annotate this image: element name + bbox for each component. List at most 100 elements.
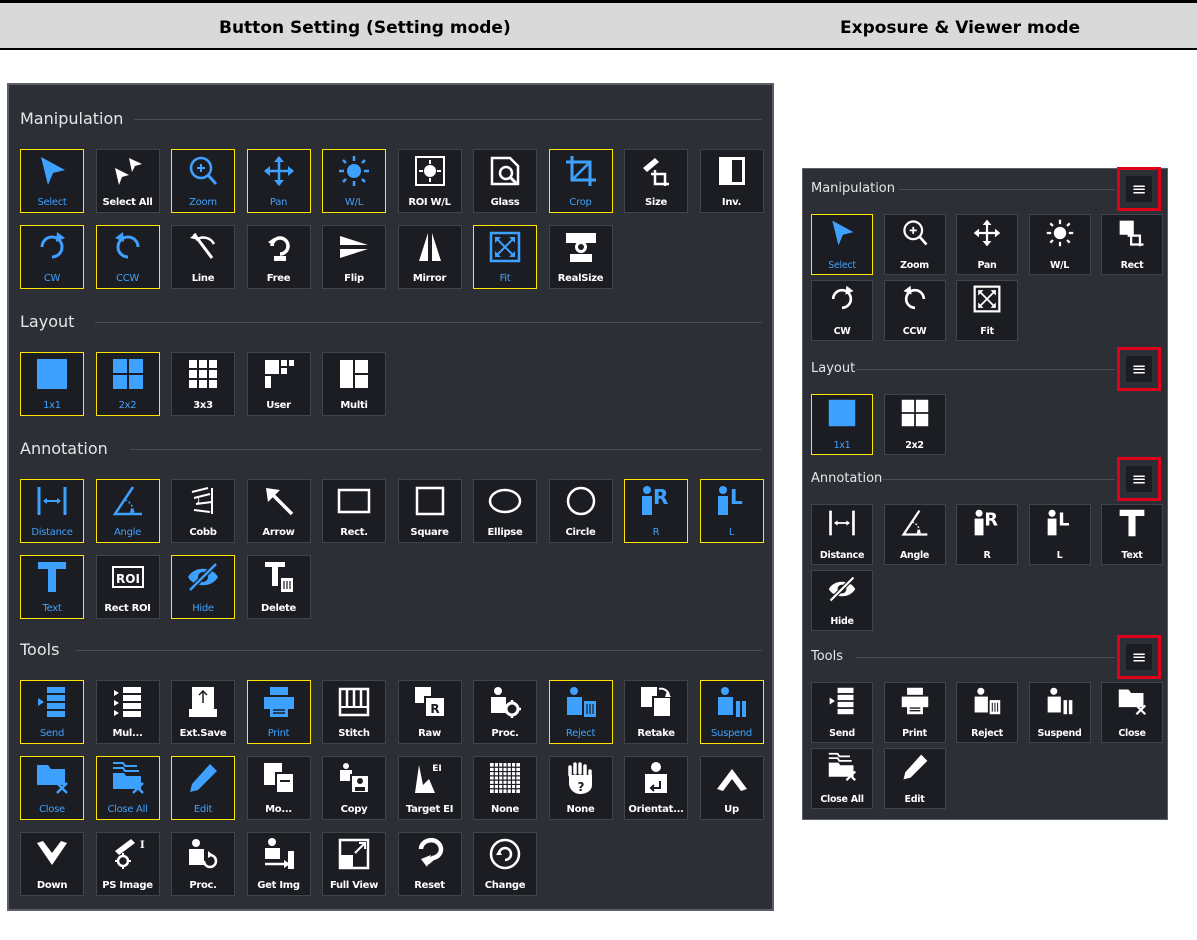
tool-button-reject[interactable]: Reject <box>548 680 613 744</box>
section-label: Tools <box>20 640 60 659</box>
tool-button-user[interactable]: User <box>246 352 311 416</box>
tool-button-fit[interactable]: Fit <box>956 280 1018 341</box>
tool-button-mul[interactable]: Mul... <box>95 680 160 744</box>
tool-button-3x3[interactable]: 3x3 <box>171 352 235 416</box>
tool-button-ellipse[interactable]: Ellipse <box>473 479 537 543</box>
tool-button-pan[interactable]: Pan <box>246 149 311 213</box>
tool-button-full-view[interactable]: Full View <box>322 832 386 896</box>
tool-button-2x2[interactable]: 2x2 <box>883 394 946 455</box>
tool-button-hide[interactable]: Hide <box>171 555 235 619</box>
section-menu-button[interactable]: ≡ <box>1126 176 1152 202</box>
tool-button-glass[interactable]: Glass <box>473 149 537 213</box>
tool-button-ccw[interactable]: CCW <box>95 225 160 289</box>
tool-button-crop[interactable]: Crop <box>548 149 613 213</box>
tool-button-text[interactable]: Text <box>20 555 84 619</box>
tool-button-mo[interactable]: Mo... <box>246 756 311 820</box>
tool-button-r[interactable]: RR <box>624 479 688 543</box>
tool-button-stitch[interactable]: Stitch <box>322 680 386 744</box>
tool-button-rect-roi[interactable]: ROI Rect ROI <box>95 555 160 619</box>
tool-button-down[interactable]: Down <box>20 832 84 896</box>
tool-button-select-all[interactable]: Select All <box>95 149 160 213</box>
tool-button-rect[interactable]: Rect <box>1101 214 1163 275</box>
tool-button-line[interactable]: Line <box>171 225 235 289</box>
tool-button-zoom[interactable]: Zoom <box>171 149 235 213</box>
tool-button-free[interactable]: Free <box>246 225 311 289</box>
tool-button-label: Stitch <box>338 728 370 739</box>
tool-button-none[interactable]: ? None <box>548 756 613 820</box>
tool-button-proc[interactable]: Proc. <box>171 832 235 896</box>
tool-button-print[interactable]: Print <box>246 680 311 744</box>
tool-button-mirror[interactable]: Mirror <box>397 225 462 289</box>
tool-button-l[interactable]: LL <box>1028 504 1091 565</box>
section-menu-button[interactable]: ≡ <box>1126 466 1152 492</box>
section-menu-button[interactable]: ≡ <box>1126 644 1152 670</box>
tool-button-distance[interactable]: Distance <box>20 479 84 543</box>
tool-button-retake[interactable]: Retake <box>624 680 688 744</box>
tool-button-label: Retake <box>637 728 675 739</box>
tool-button-send[interactable]: Send <box>20 680 84 744</box>
tool-button-size[interactable]: Size <box>624 149 688 213</box>
tool-button-arrow[interactable]: Arrow <box>246 479 311 543</box>
tool-button-ccw[interactable]: CCW <box>883 280 946 341</box>
tool-button-realsize[interactable]: RealSize <box>548 225 613 289</box>
tool-button-label: R <box>652 527 660 538</box>
tool-button-select[interactable]: Select <box>811 214 873 275</box>
section-menu-button[interactable]: ≡ <box>1126 356 1152 382</box>
tool-button-copy[interactable]: Copy <box>322 756 386 820</box>
tool-button-label: CW <box>833 326 851 337</box>
tool-button-close[interactable]: Close <box>1101 682 1163 743</box>
tool-button-inv[interactable]: Inv. <box>699 149 764 213</box>
tool-button-up[interactable]: Up <box>699 756 764 820</box>
tool-button-close-all[interactable]: Close All <box>811 748 873 809</box>
tool-button-hide[interactable]: Hide <box>811 570 873 631</box>
tool-button-select[interactable]: Select <box>20 149 84 213</box>
tool-button-get-img[interactable]: Get Img <box>246 832 311 896</box>
tool-button-delete[interactable]: Delete <box>246 555 311 619</box>
tool-button-suspend[interactable]: Suspend <box>699 680 764 744</box>
tool-button-fit[interactable]: Fit <box>473 225 537 289</box>
tool-button-suspend[interactable]: Suspend <box>1028 682 1091 743</box>
tool-button-angle[interactable]: Angle <box>95 479 160 543</box>
tool-button-pan[interactable]: Pan <box>956 214 1018 275</box>
tool-button-label: Multi <box>340 400 368 411</box>
tool-button-w-l[interactable]: W/L <box>322 149 386 213</box>
tool-button-close[interactable]: Close <box>20 756 84 820</box>
tool-button-text[interactable]: Text <box>1101 504 1163 565</box>
tool-button-raw[interactable]: R Raw <box>397 680 462 744</box>
tool-button-send[interactable]: Send <box>811 682 873 743</box>
tool-button-distance[interactable]: Distance <box>811 504 873 565</box>
tool-button-target-ei[interactable]: EI Target EI <box>397 756 462 820</box>
tool-button-orientat[interactable]: Orientat... <box>624 756 688 820</box>
tool-button-1x1[interactable]: 1x1 <box>20 352 84 416</box>
tool-button-flip[interactable]: Flip <box>322 225 386 289</box>
tool-button-reject[interactable]: Reject <box>956 682 1018 743</box>
tool-button-cw[interactable]: CW <box>811 280 873 341</box>
tool-button-zoom[interactable]: Zoom <box>883 214 946 275</box>
tool-button-close-all[interactable]: Close All <box>95 756 160 820</box>
tool-button-change[interactable]: Change <box>473 832 537 896</box>
tool-button-cobb[interactable]: 1 Cobb <box>171 479 235 543</box>
tool-button-cw[interactable]: CW <box>20 225 84 289</box>
orientation-icon <box>625 761 687 795</box>
tool-button-edit[interactable]: Edit <box>883 748 946 809</box>
tool-button-none[interactable]: None <box>473 756 537 820</box>
tool-button-ext-save[interactable]: Ext.Save <box>171 680 235 744</box>
tool-button-2x2[interactable]: 2x2 <box>95 352 160 416</box>
tool-button-ps-image[interactable]: I PS Image <box>95 832 160 896</box>
tool-button-circle[interactable]: Circle <box>548 479 613 543</box>
tool-button-label: Text <box>1121 550 1143 561</box>
tool-button-print[interactable]: Print <box>883 682 946 743</box>
tool-button-edit[interactable]: Edit <box>171 756 235 820</box>
tool-button-l[interactable]: LL <box>699 479 764 543</box>
tool-button-rect[interactable]: Rect. <box>322 479 386 543</box>
tool-button-proc[interactable]: Proc. <box>473 680 537 744</box>
tool-button-r[interactable]: RR <box>956 504 1018 565</box>
tool-button-angle[interactable]: Angle <box>883 504 946 565</box>
tool-button-label: Full View <box>329 880 379 891</box>
tool-button-reset[interactable]: Reset <box>397 832 462 896</box>
tool-button-square[interactable]: Square <box>397 479 462 543</box>
tool-button-1x1[interactable]: 1x1 <box>811 394 873 455</box>
tool-button-w-l[interactable]: W/L <box>1028 214 1091 275</box>
tool-button-multi[interactable]: Multi <box>322 352 386 416</box>
tool-button-roi-w-l[interactable]: ROI W/L <box>397 149 462 213</box>
